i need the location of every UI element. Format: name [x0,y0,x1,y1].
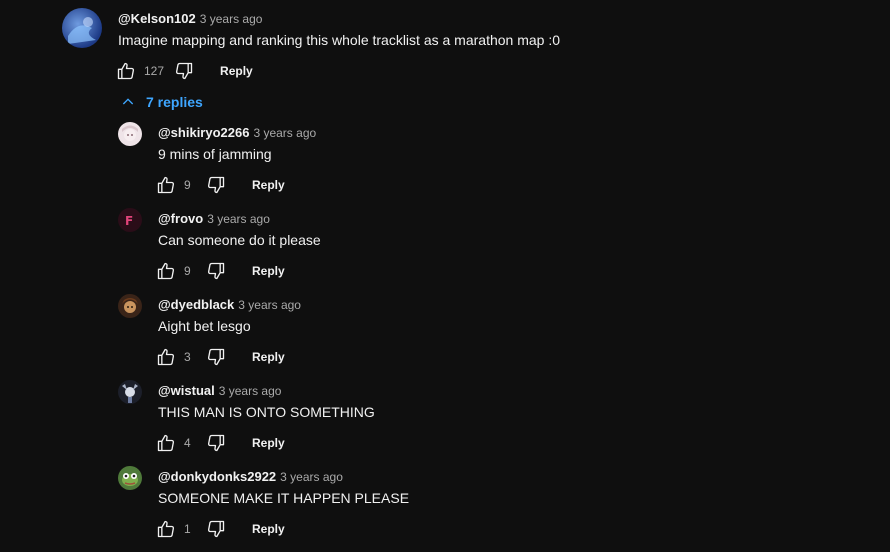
comment-time[interactable]: 3 years ago [238,298,301,312]
thumbs-up-icon [157,176,175,194]
avatar[interactable]: F [118,208,142,232]
dislike-button[interactable] [172,59,196,83]
comment-time[interactable]: 3 years ago [219,384,282,398]
dislike-button[interactable] [204,345,228,369]
comment-text: THIS MAN IS ONTO SOMETHING [158,404,375,420]
like-button[interactable] [114,59,138,83]
comment-author[interactable]: @frovo 3 years ago [158,211,270,226]
thumbs-down-icon [207,348,225,366]
dislike-button[interactable] [204,173,228,197]
comment-author[interactable]: @dyedblack 3 years ago [158,297,301,312]
comment-text: SOMEONE MAKE IT HAPPEN PLEASE [158,490,410,506]
reply-button[interactable]: Reply [252,350,285,364]
reply-button[interactable]: Reply [252,436,285,450]
comment-author[interactable]: @shikiryo2266 3 years ago [158,125,316,140]
comment-author[interactable]: @Kelson102 3 years ago [118,11,262,26]
reply-button[interactable]: Reply [252,522,285,536]
reply-button[interactable]: Reply [220,64,253,78]
replies-toggle-button[interactable]: 7 replies [120,94,203,110]
reply-button[interactable]: Reply [252,264,285,278]
thumbs-up-icon [117,62,135,80]
like-button[interactable] [154,431,178,455]
comment-text: Can someone do it please [158,232,321,248]
author-name[interactable]: @dyedblack [158,297,234,312]
comment-time[interactable]: 3 years ago [280,470,343,484]
thumbs-up-icon [157,348,175,366]
comment-actions: 1 Reply [154,517,285,541]
comment-actions: 9 Reply [154,259,285,283]
like-count: 1 [184,522,191,536]
avatar[interactable] [118,122,142,146]
thumbs-up-icon [157,520,175,538]
thumbs-down-icon [207,520,225,538]
comment-time[interactable]: 3 years ago [207,212,270,226]
avatar[interactable] [118,294,142,318]
like-count: 3 [184,350,191,364]
author-name[interactable]: @wistual [158,383,215,398]
thumbs-up-icon [157,262,175,280]
comment-actions: 3 Reply [154,345,285,369]
author-name[interactable]: @donkydonks2922 [158,469,276,484]
avatar[interactable] [118,466,142,490]
comment-time[interactable]: 3 years ago [200,12,263,26]
svg-text:F: F [125,214,133,228]
replies-toggle-label: 7 replies [146,94,203,110]
comment-time[interactable]: 3 years ago [253,126,316,140]
comment-author[interactable]: @wistual 3 years ago [158,383,281,398]
reply-button[interactable]: Reply [252,178,285,192]
author-name[interactable]: @shikiryo2266 [158,125,249,140]
like-button[interactable] [154,517,178,541]
like-count: 9 [184,264,191,278]
thumbs-down-icon [207,176,225,194]
thumbs-down-icon [176,62,193,80]
chevron-up-icon [122,98,134,105]
avatar[interactable] [62,8,102,48]
dislike-button[interactable] [204,259,228,283]
thumbs-down-icon [207,434,225,452]
comment-text: 9 mins of jamming [158,146,272,162]
like-count: 127 [144,64,165,78]
like-button[interactable] [154,259,178,283]
comment-actions: 127 Reply [114,59,253,83]
thumbs-up-icon [157,434,175,452]
like-count: 9 [184,178,191,192]
thumbs-down-icon [207,262,225,280]
comment-text: Aight bet lesgo [158,318,251,334]
dislike-button[interactable] [204,431,228,455]
comment-actions: 9 Reply [154,173,285,197]
comment-text: Imagine mapping and ranking this whole t… [118,32,561,48]
avatar[interactable] [118,380,142,404]
author-name[interactable]: @Kelson102 [118,11,196,26]
like-count: 4 [184,436,191,450]
author-name[interactable]: @frovo [158,211,203,226]
like-button[interactable] [154,345,178,369]
comment-actions: 4 Reply [154,431,285,455]
comment-author[interactable]: @donkydonks2922 3 years ago [158,469,343,484]
like-button[interactable] [154,173,178,197]
dislike-button[interactable] [204,517,228,541]
